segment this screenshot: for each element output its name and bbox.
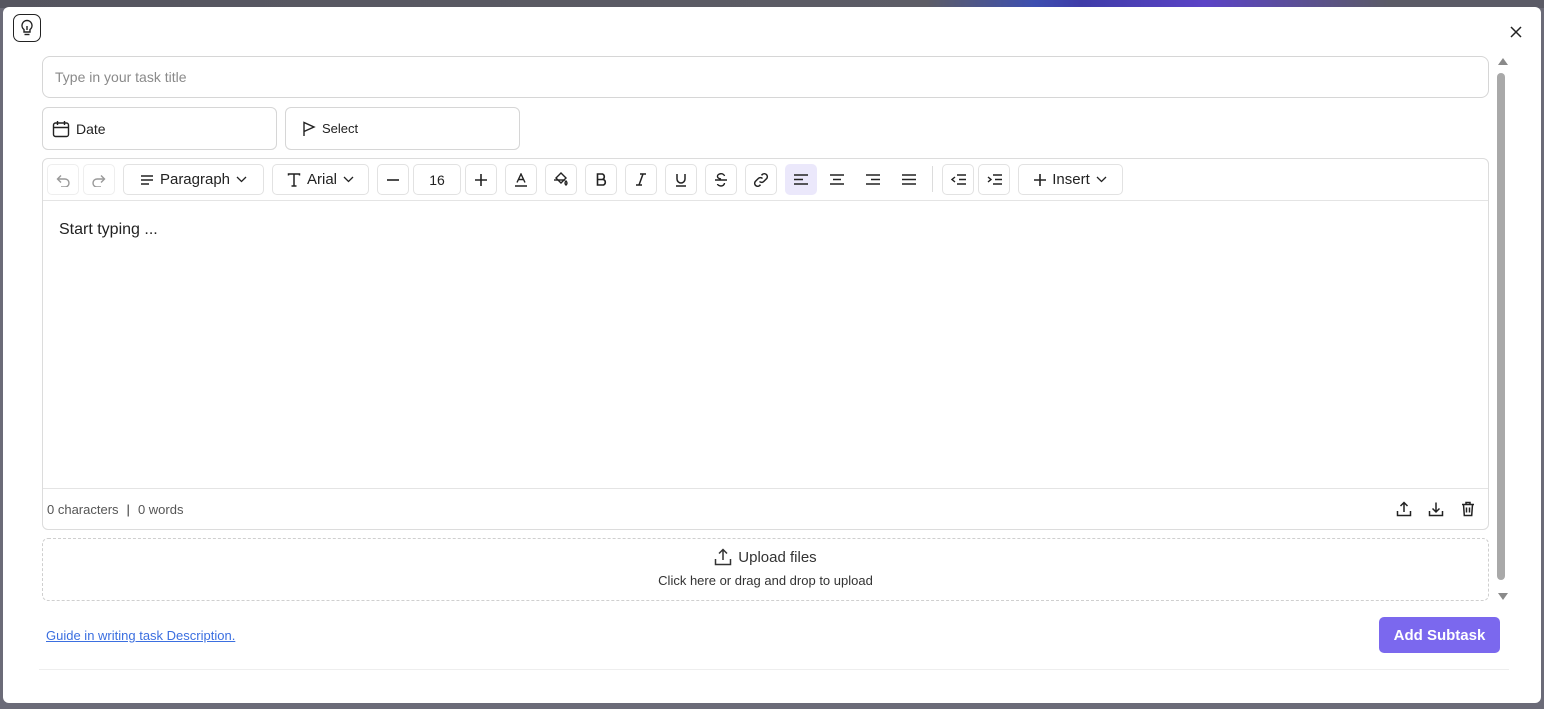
add-subtask-button[interactable]: Add Subtask xyxy=(1379,617,1500,653)
align-justify-icon xyxy=(902,174,916,185)
download-icon xyxy=(1428,502,1444,517)
align-right-icon xyxy=(866,174,880,185)
trash-icon xyxy=(1462,501,1474,517)
increase-font-size-button[interactable] xyxy=(465,164,497,195)
guide-link[interactable]: Guide in writing task Description. xyxy=(46,628,235,643)
minus-icon xyxy=(387,178,399,181)
align-left-button[interactable] xyxy=(785,164,817,195)
rich-text-editor: Paragraph Arial 16 Insert Start typing .… xyxy=(42,158,1489,530)
bold-button[interactable] xyxy=(585,164,617,195)
priority-label: Select xyxy=(322,121,359,136)
align-center-icon xyxy=(830,174,844,185)
align-center-button[interactable] xyxy=(821,164,853,195)
font-family-dropdown[interactable]: Arial xyxy=(272,164,369,195)
indent-button[interactable] xyxy=(978,164,1010,195)
lightbulb-icon xyxy=(19,19,35,37)
align-left-icon xyxy=(794,174,808,185)
link-icon xyxy=(753,172,769,188)
editor-content[interactable]: Start typing ... xyxy=(59,221,158,239)
strikethrough-button[interactable] xyxy=(705,164,737,195)
upload-subtitle: Click here or drag and drop to upload xyxy=(658,573,873,588)
redo-button[interactable] xyxy=(83,164,115,195)
upload-icon xyxy=(1396,501,1412,517)
upload-title: Upload files xyxy=(43,548,1488,566)
word-count: 0 words xyxy=(137,501,184,517)
clear-button[interactable] xyxy=(1458,499,1478,519)
text-color-button[interactable] xyxy=(505,164,537,195)
font-size-input-wrap[interactable] xyxy=(413,164,461,195)
close-button[interactable] xyxy=(1506,22,1526,42)
upload-icon xyxy=(714,548,732,566)
indent-icon xyxy=(987,174,1002,185)
chevron-down-icon xyxy=(343,176,354,183)
undo-icon xyxy=(55,173,71,187)
font-size-input[interactable] xyxy=(414,165,460,194)
bottom-divider xyxy=(39,669,1509,670)
insert-label: Insert xyxy=(1052,171,1090,188)
close-icon xyxy=(1510,26,1522,38)
file-upload-dropzone[interactable]: Upload files Click here or drag and drop… xyxy=(42,538,1489,601)
export-button[interactable] xyxy=(1394,499,1414,519)
outdent-button[interactable] xyxy=(942,164,974,195)
flag-icon xyxy=(302,120,316,137)
upload-title-text: Upload files xyxy=(738,548,817,566)
character-count: 0 characters xyxy=(47,501,119,517)
plus-icon xyxy=(475,173,487,186)
decrease-font-size-button[interactable] xyxy=(377,164,409,195)
task-title-input[interactable] xyxy=(42,56,1489,98)
date-label: Date xyxy=(76,120,106,137)
editor-placeholder: Start typing ... xyxy=(59,221,158,238)
scroll-thumb[interactable] xyxy=(1497,73,1505,580)
lightbulb-help-button[interactable] xyxy=(13,14,41,42)
outdent-icon xyxy=(950,174,966,185)
align-right-button[interactable] xyxy=(857,164,889,195)
align-justify-button[interactable] xyxy=(893,164,925,195)
count-separator: | xyxy=(126,501,130,517)
strikethrough-icon xyxy=(714,172,728,187)
italic-button[interactable] xyxy=(625,164,657,195)
vertical-scrollbar[interactable] xyxy=(1496,58,1508,600)
add-subtask-dialog: Date Select xyxy=(3,7,1541,703)
editor-footer-actions xyxy=(1394,499,1478,519)
underline-button[interactable] xyxy=(665,164,697,195)
highlight-color-button[interactable] xyxy=(545,164,577,195)
plus-icon xyxy=(1034,173,1047,186)
chevron-down-icon xyxy=(236,176,247,183)
priority-select[interactable]: Select xyxy=(285,107,520,150)
insert-dropdown[interactable]: Insert xyxy=(1018,164,1123,195)
font-icon xyxy=(287,172,301,187)
toolbar-divider xyxy=(932,166,933,192)
scroll-up-arrow[interactable] xyxy=(1498,58,1508,65)
import-button[interactable] xyxy=(1426,499,1446,519)
link-button[interactable] xyxy=(745,164,777,195)
paragraph-icon xyxy=(140,174,154,186)
text-color-icon xyxy=(514,172,528,187)
calendar-icon xyxy=(52,120,70,138)
editor-toolbar: Paragraph Arial 16 Insert xyxy=(43,159,1488,201)
block-format-dropdown[interactable]: Paragraph xyxy=(123,164,264,195)
editor-status-bar: 0 characters | 0 words xyxy=(43,488,1488,529)
highlight-color-icon xyxy=(553,172,569,187)
block-format-label: Paragraph xyxy=(159,171,231,188)
redo-icon xyxy=(91,173,107,187)
italic-icon xyxy=(635,173,647,186)
date-button[interactable]: Date xyxy=(42,107,277,150)
font-family-label: Arial xyxy=(306,171,337,188)
scroll-down-arrow[interactable] xyxy=(1498,593,1508,600)
chevron-down-icon xyxy=(1096,176,1107,183)
undo-button[interactable] xyxy=(47,164,79,195)
bold-icon xyxy=(596,173,607,186)
underline-icon xyxy=(675,173,687,187)
